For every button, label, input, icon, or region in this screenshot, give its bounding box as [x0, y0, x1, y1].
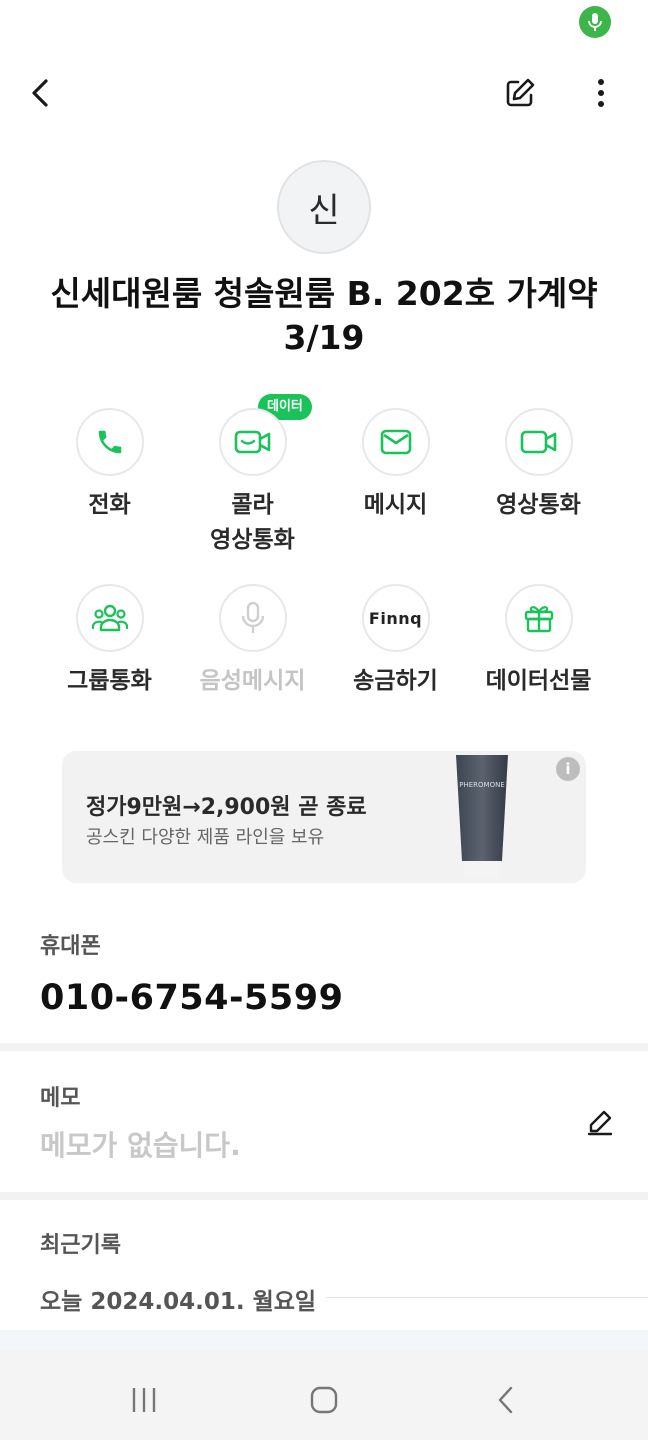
phone-number[interactable]: 010-6754-5599	[40, 978, 343, 1018]
microphone-icon	[241, 601, 264, 633]
mail-icon	[380, 429, 411, 455]
video-message-icon	[234, 430, 270, 454]
home-button[interactable]	[294, 1370, 354, 1430]
video-camera-icon	[520, 430, 556, 454]
gift-icon	[524, 606, 553, 633]
ad-product-image: PHEROMONE	[456, 755, 508, 879]
cola-video-label-line1: 콜라	[231, 492, 274, 518]
nav-back-button[interactable]	[476, 1370, 536, 1430]
transfer-label: 송금하기	[353, 668, 438, 694]
voice-message-label: 음성메시지	[199, 668, 306, 694]
memo-section-label: 메모	[40, 1086, 81, 1111]
status-bar	[0, 0, 648, 46]
call-action[interactable]: 전화	[38, 408, 181, 523]
edit-icon	[506, 78, 535, 107]
message-action[interactable]: 메시지	[324, 408, 467, 523]
home-icon	[310, 1386, 338, 1414]
ad-headline: 정가9만원→2,900원 곧 종료	[86, 795, 367, 820]
data-gift-button[interactable]	[504, 584, 573, 652]
cola-video-action[interactable]: 콜라 영상통화	[181, 408, 324, 558]
voice-message-action: 음성메시지	[181, 584, 324, 699]
voice-message-button	[218, 584, 287, 652]
transfer-action[interactable]: Finnq 송금하기	[324, 584, 467, 699]
recent-date-header: 오늘 2024.04.01. 월요일	[40, 1289, 317, 1315]
memo-edit-button[interactable]	[580, 1102, 620, 1142]
message-button[interactable]	[361, 408, 430, 476]
group-call-action[interactable]: 그룹통화	[38, 584, 181, 699]
avatar-initial: 신	[308, 190, 340, 231]
contact-name-line1: 신세대원룸 청솔원룸 B. 202호 가계약	[50, 274, 598, 313]
system-nav-bar	[0, 1350, 648, 1440]
video-call-button[interactable]	[504, 408, 573, 476]
phone-section-label: 휴대폰	[40, 934, 101, 959]
chevron-left-icon	[498, 1386, 513, 1414]
recent-section-label: 최근기록	[40, 1233, 121, 1258]
recent-date-rule	[326, 1297, 648, 1298]
ad-banner[interactable]: 정가9만원→2,900원 곧 종료 공스킨 다양한 제품 라인을 보유 PHER…	[62, 751, 586, 883]
memo-empty-text: 메모가 없습니다.	[40, 1129, 241, 1162]
more-options-button[interactable]	[578, 70, 624, 116]
edit-contact-button[interactable]	[497, 70, 543, 116]
data-gift-label: 데이터선물	[485, 668, 592, 694]
data-gift-action[interactable]: 데이터선물	[467, 584, 610, 699]
contact-name: 신세대원룸 청솔원룸 B. 202호 가계약 3/19	[30, 272, 618, 360]
group-call-button[interactable]	[75, 584, 144, 652]
call-label: 전화	[88, 492, 131, 518]
ad-product-label: PHEROMONE	[459, 781, 505, 789]
contact-name-line2: 3/19	[283, 318, 365, 357]
cola-video-label: 콜라 영상통화	[181, 488, 324, 558]
ad-subtext: 공스킨 다양한 제품 라인을 보유	[86, 827, 325, 848]
cola-video-label-line2: 영상통화	[210, 527, 295, 553]
pencil-icon	[587, 1110, 613, 1136]
call-button[interactable]	[75, 408, 144, 476]
recents-button[interactable]	[114, 1370, 174, 1430]
group-icon	[91, 604, 128, 632]
transfer-button[interactable]: Finnq	[361, 584, 430, 652]
group-call-label: 그룹통화	[67, 668, 152, 694]
finnq-logo: Finnq	[368, 608, 423, 628]
recent-list-fade	[0, 1330, 648, 1350]
section-divider	[0, 1192, 648, 1200]
microphone-icon	[588, 13, 602, 31]
contact-avatar: 신	[277, 160, 371, 254]
ad-info-icon[interactable]: i	[556, 757, 580, 781]
section-divider	[0, 1043, 648, 1051]
phone-icon	[98, 430, 121, 454]
video-call-label: 영상통화	[496, 492, 581, 518]
video-call-action[interactable]: 영상통화	[467, 408, 610, 523]
app-bar	[0, 58, 648, 128]
chevron-left-icon	[32, 79, 48, 107]
cola-video-button[interactable]	[218, 408, 287, 476]
recents-icon	[132, 1388, 156, 1412]
more-vertical-icon	[598, 79, 604, 107]
back-button[interactable]	[18, 70, 64, 116]
message-label: 메시지	[363, 492, 428, 518]
mic-in-use-indicator	[579, 6, 611, 38]
